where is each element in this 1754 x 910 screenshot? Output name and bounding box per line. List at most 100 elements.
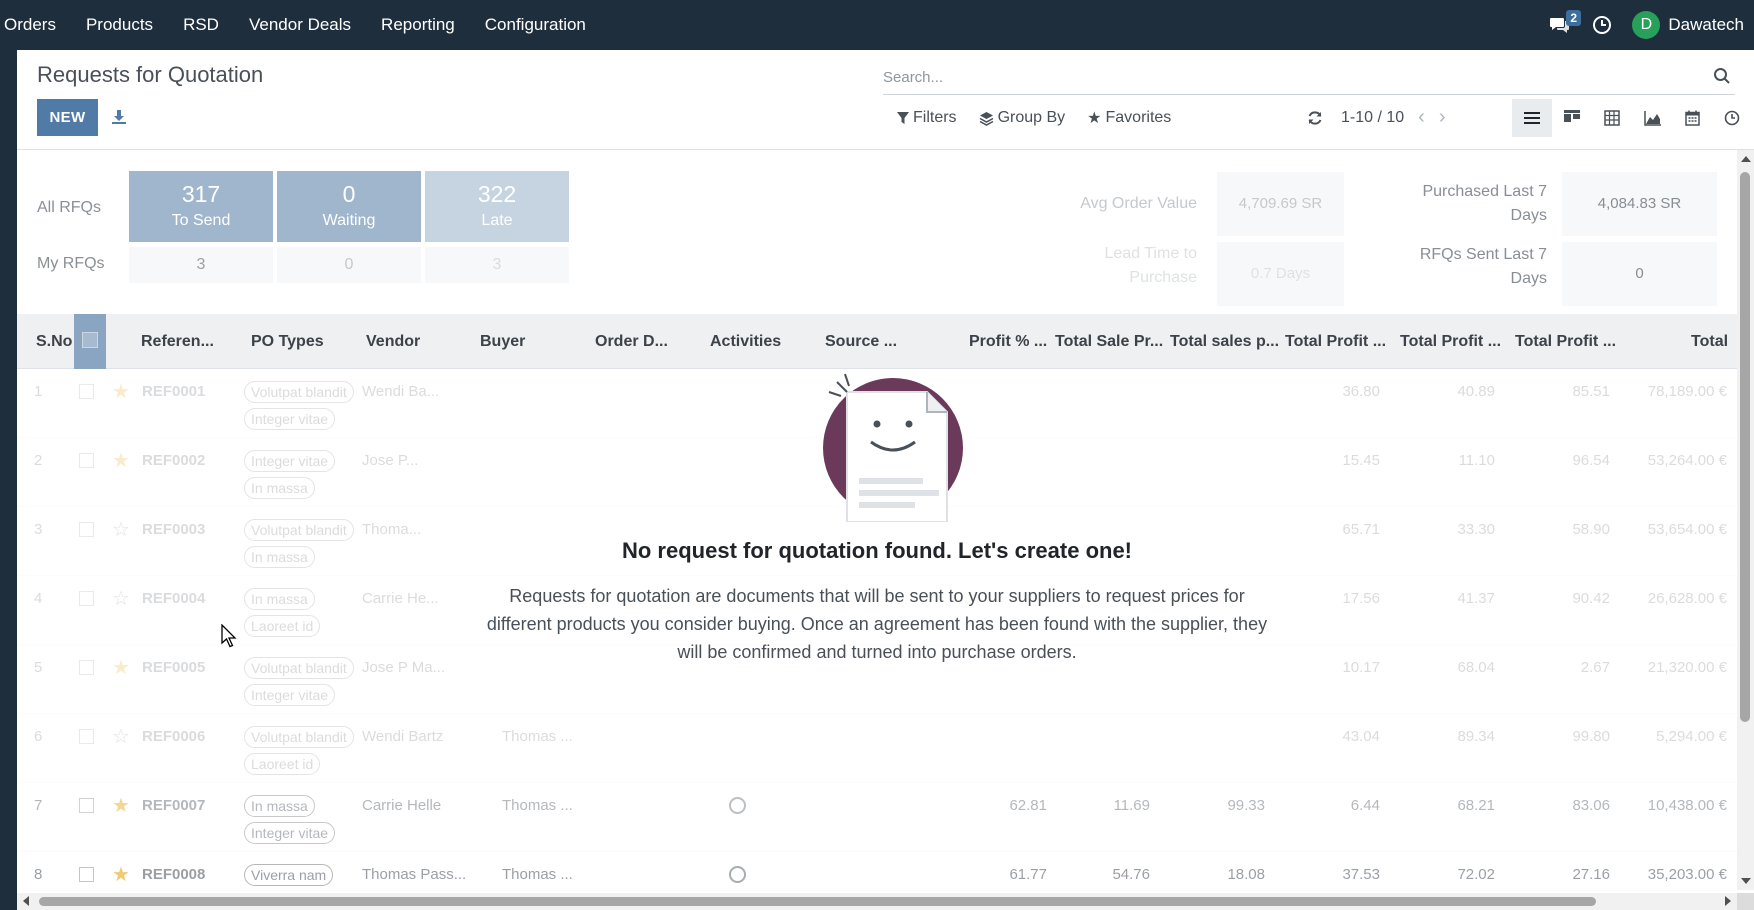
row-buyer: Thomas ... [502,797,573,814]
filters-button[interactable]: Filters [897,108,957,128]
tile-label: Late [481,212,513,229]
row-value: 54.76 [1112,866,1150,883]
group-by-button[interactable]: Group By [979,108,1065,128]
empty-state-text: Requests for quotation are documents tha… [486,586,1268,662]
empty-document-illustration [823,373,963,522]
row-value: 72.02 [1457,866,1495,883]
po-type-tag: Volutpat blandit [244,726,354,748]
priority-star-icon[interactable]: ★ [112,793,130,818]
activity-button[interactable] [1578,0,1626,50]
pager: 1-10 / 10 ‹ › [1307,106,1446,129]
scroll-right-icon[interactable] [1725,896,1731,906]
kanban-view-button[interactable] [1552,99,1592,137]
pager-counter[interactable]: 1-10 / 10 [1341,109,1404,127]
row-checkbox[interactable] [79,798,94,813]
clock-icon [1593,16,1612,34]
layers-icon [979,111,993,126]
table-row[interactable]: 7 ★ REF0007 In massa Integer vitae Carrie Hel… [17,783,1737,852]
pivot-view-button[interactable] [1592,99,1632,137]
table-row[interactable]: 8 ★ REF0008 Viverra nam Thomas Pass... Thomas… [17,852,1737,890]
calendar-view-button[interactable] [1672,99,1712,137]
empty-state-title: No request for quotation found. Let's cr… [621,538,1133,563]
vertical-scrollbar[interactable] [1737,150,1754,890]
pager-previous-icon[interactable]: ‹ [1418,106,1425,129]
row-total: 10,438.00 € [1647,797,1727,814]
clock-icon [1724,110,1740,126]
tile-label: Waiting [322,212,376,229]
export-button[interactable] [108,105,130,129]
activity-clock-icon[interactable] [729,866,746,883]
row-checkbox[interactable] [79,729,94,744]
left-edge [0,50,17,910]
horizontal-scrollbar[interactable] [17,893,1737,910]
row-total: 5,294.00 € [1656,728,1727,745]
my-late-tile[interactable]: 3 [425,247,569,283]
row-value: 62.81 [1009,797,1047,814]
row-value: 6.44 [1350,797,1380,814]
star-icon: ★ [1087,110,1102,127]
page-title: Requests for Quotation [37,62,264,87]
menu-rsd[interactable]: RSD [168,0,234,50]
row-buyer: Thomas ... [502,728,573,745]
tile-value: 322 [477,181,517,207]
list-view-button[interactable] [1512,99,1552,137]
user-name: Dawatech [1668,15,1744,34]
refresh-icon[interactable] [1307,110,1323,126]
scroll-up-icon[interactable] [1741,156,1751,162]
area-chart-icon [1643,110,1661,126]
search-bar [883,60,1735,95]
menu-reporting[interactable]: Reporting [366,0,470,50]
po-type-tag: Laoreet id [244,753,321,775]
row-value: 18.08 [1227,866,1265,883]
priority-star-icon[interactable]: ☆ [112,724,130,749]
pager-next-icon[interactable]: › [1439,106,1446,129]
menu-configuration[interactable]: Configuration [470,0,601,50]
late-tile[interactable]: 322 Late [425,171,569,242]
row-value: 68.21 [1457,797,1495,814]
favorites-button[interactable]: ★ Favorites [1087,108,1171,128]
search-input[interactable] [883,60,1693,94]
scroll-left-icon[interactable] [23,896,29,906]
row-vendor: Carrie Helle [362,797,442,814]
graph-view-button[interactable] [1632,99,1672,137]
to-send-tile[interactable]: 317 To Send [129,171,273,242]
menu-products[interactable]: Products [71,0,168,50]
po-type-tag: In massa [244,795,315,817]
new-button[interactable]: NEW [37,99,98,136]
vertical-scroll-thumb[interactable] [1740,172,1750,722]
lead-time-label: Lead Time to Purchase [1104,245,1198,286]
row-reference: REF0007 [142,797,206,814]
filter-icon [897,111,909,124]
download-icon [112,110,126,124]
user-menu[interactable]: D Dawatech [1626,11,1744,39]
my-to-send-tile[interactable]: 3 [129,247,273,283]
waiting-tile[interactable]: 0 Waiting [277,171,421,242]
kanban-icon [1564,110,1580,122]
priority-star-icon[interactable]: ★ [112,862,130,887]
messaging-button[interactable]: 2 [1542,0,1582,50]
row-value: 43.04 [1342,728,1380,745]
activity-view-button[interactable] [1712,99,1752,137]
view-switcher [1512,99,1752,137]
row-vendor: Thomas Pass... [362,866,467,883]
menu-orders[interactable]: Orders [0,0,71,50]
select-all-checkbox[interactable] [82,332,98,348]
purchased-value: 4,084.83 SR [1562,172,1717,236]
search-icon[interactable] [1713,67,1731,85]
rfq-dashboard: All RFQs My RFQs 317 To Send 0 Waiting 3… [17,150,1737,314]
menu-vendor-deals[interactable]: Vendor Deals [234,0,366,50]
row-sno: 8 [34,866,43,883]
row-total: 35,203.00 € [1647,866,1727,883]
row-sno: 7 [34,797,43,814]
activity-clock-icon[interactable] [729,797,746,814]
table-row[interactable]: 6 ☆ REF0006 Volutpat blandit Laoreet id Wendi… [17,714,1737,783]
list-icon [1524,112,1540,124]
tile-label: To Send [171,212,231,229]
my-waiting-tile[interactable]: 0 [277,247,421,283]
main-menu: Orders Products RSD Vendor Deals Reporti… [0,0,601,50]
search-options: Filters Group By ★ Favorites [897,108,1171,128]
mouse-cursor-icon [221,624,237,648]
scroll-down-icon[interactable] [1741,878,1751,884]
horizontal-scroll-thumb[interactable] [39,897,1596,906]
row-checkbox[interactable] [79,867,94,882]
